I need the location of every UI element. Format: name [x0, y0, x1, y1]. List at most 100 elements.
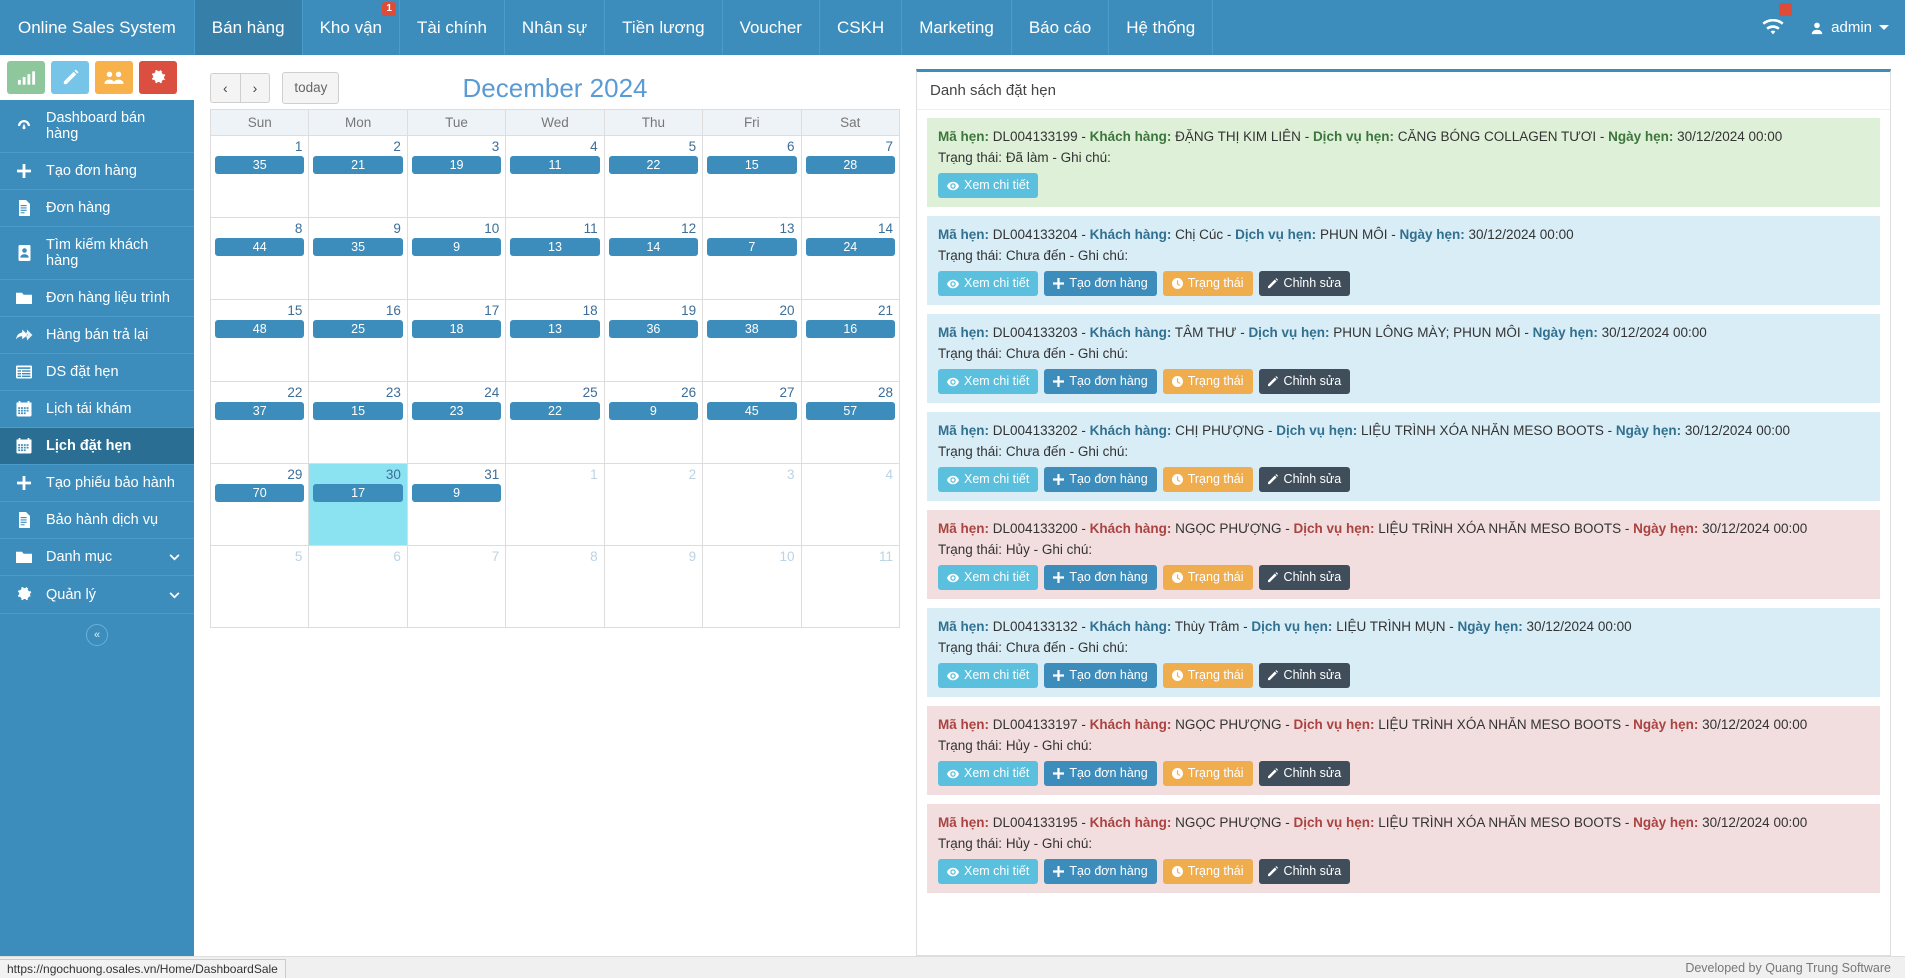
calendar-day-cell[interactable]: 4 [801, 464, 899, 546]
appointment-detail-button[interactable]: Xem chi tiết [938, 271, 1038, 296]
calendar-day-cell[interactable]: 522 [604, 136, 702, 218]
calendar-day-cell[interactable]: 9 [604, 546, 702, 628]
calendar-event-count[interactable]: 45 [707, 402, 796, 420]
appointment-detail-button[interactable]: Xem chi tiết [938, 663, 1038, 688]
calendar-event-count[interactable]: 38 [707, 320, 796, 338]
calendar-day-cell[interactable]: 1113 [506, 218, 604, 300]
calendar-day-cell[interactable]: 2315 [309, 382, 407, 464]
calendar-event-count[interactable]: 70 [215, 484, 304, 502]
appointment-edit-button[interactable]: Chỉnh sửa [1259, 859, 1351, 884]
calendar-day-cell[interactable]: 2237 [211, 382, 309, 464]
calendar-event-count[interactable]: 9 [609, 402, 698, 420]
calendar-day-cell[interactable]: 1936 [604, 300, 702, 382]
appointment-status-button[interactable]: Trạng thái [1163, 271, 1253, 296]
wifi-icon[interactable] [1752, 0, 1794, 55]
sidebar-item-1[interactable]: Tạo đơn hàng [0, 153, 194, 190]
calendar-day-cell[interactable]: 2038 [703, 300, 801, 382]
calendar-day-cell[interactable]: 1625 [309, 300, 407, 382]
calendar-day-cell[interactable]: 844 [211, 218, 309, 300]
appointment-create-order-button[interactable]: Tạo đơn hàng [1044, 369, 1156, 394]
sidebar-collapse-button[interactable]: « [86, 624, 108, 646]
calendar-day-cell[interactable]: 2970 [211, 464, 309, 546]
user-menu[interactable]: admin [1794, 0, 1905, 55]
pencil-icon[interactable] [51, 61, 89, 94]
users-icon[interactable] [95, 61, 133, 94]
calendar-event-count[interactable]: 23 [412, 402, 501, 420]
appointment-status-button[interactable]: Trạng thái [1163, 761, 1253, 786]
calendar-day-cell[interactable]: 2857 [801, 382, 899, 464]
appointment-detail-button[interactable]: Xem chi tiết [938, 467, 1038, 492]
calendar-day-cell[interactable]: 2522 [506, 382, 604, 464]
calendar-day-cell[interactable]: 2423 [407, 382, 505, 464]
calendar-event-count[interactable]: 25 [313, 320, 402, 338]
appointment-edit-button[interactable]: Chỉnh sửa [1259, 663, 1351, 688]
calendar-event-count[interactable]: 9 [412, 484, 501, 502]
appointment-edit-button[interactable]: Chỉnh sửa [1259, 369, 1351, 394]
calendar-day-cell[interactable]: 3017 [309, 464, 407, 546]
calendar-day-cell[interactable]: 319 [407, 464, 505, 546]
calendar-day-cell[interactable]: 11 [801, 546, 899, 628]
appointment-create-order-button[interactable]: Tạo đơn hàng [1044, 467, 1156, 492]
calendar-event-count[interactable]: 15 [313, 402, 402, 420]
calendar-event-count[interactable]: 9 [412, 238, 501, 256]
calendar-event-count[interactable]: 18 [412, 320, 501, 338]
gear-icon[interactable] [139, 61, 177, 94]
appointment-detail-button[interactable]: Xem chi tiết [938, 369, 1038, 394]
calendar-day-cell[interactable]: 1214 [604, 218, 702, 300]
sidebar-item-5[interactable]: Hàng bán trả lại [0, 317, 194, 354]
app-brand[interactable]: Online Sales System [0, 0, 194, 55]
nav-item-4[interactable]: Tiền lương [605, 0, 722, 55]
appointment-detail-button[interactable]: Xem chi tiết [938, 859, 1038, 884]
nav-item-0[interactable]: Bán hàng [194, 0, 303, 55]
appointment-edit-button[interactable]: Chỉnh sửa [1259, 271, 1351, 296]
sidebar-item-7[interactable]: Lịch tái khám [0, 391, 194, 428]
appointment-create-order-button[interactable]: Tạo đơn hàng [1044, 663, 1156, 688]
calendar-day-cell[interactable]: 2745 [703, 382, 801, 464]
calendar-event-count[interactable]: 35 [215, 156, 304, 174]
nav-item-7[interactable]: Marketing [902, 0, 1012, 55]
calendar-today-button[interactable]: today [282, 72, 339, 104]
chart-icon[interactable] [7, 61, 45, 94]
calendar-event-count[interactable]: 16 [806, 320, 895, 338]
calendar-day-cell[interactable]: 1718 [407, 300, 505, 382]
calendar-day-cell[interactable]: 109 [407, 218, 505, 300]
appointment-status-button[interactable]: Trạng thái [1163, 565, 1253, 590]
calendar-day-cell[interactable]: 5 [211, 546, 309, 628]
calendar-event-count[interactable]: 22 [510, 402, 599, 420]
sidebar-item-0[interactable]: Dashboard bán hàng [0, 100, 194, 153]
calendar-day-cell[interactable]: 221 [309, 136, 407, 218]
calendar-prev-button[interactable]: ‹ [210, 73, 241, 103]
sidebar-item-3[interactable]: Tìm kiếm khách hàng [0, 227, 194, 280]
calendar-day-cell[interactable]: 1424 [801, 218, 899, 300]
appointment-create-order-button[interactable]: Tạo đơn hàng [1044, 761, 1156, 786]
sidebar-item-4[interactable]: Đơn hàng liệu trình [0, 280, 194, 317]
nav-item-8[interactable]: Báo cáo [1012, 0, 1109, 55]
calendar-event-count[interactable]: 21 [313, 156, 402, 174]
nav-item-3[interactable]: Nhân sự [505, 0, 605, 55]
appointment-create-order-button[interactable]: Tạo đơn hàng [1044, 859, 1156, 884]
appointment-detail-button[interactable]: Xem chi tiết [938, 565, 1038, 590]
appointment-status-button[interactable]: Trạng thái [1163, 859, 1253, 884]
sidebar-item-8[interactable]: Lịch đặt hẹn [0, 428, 194, 465]
calendar-day-cell[interactable]: 7 [407, 546, 505, 628]
calendar-event-count[interactable]: 44 [215, 238, 304, 256]
calendar-day-cell[interactable]: 319 [407, 136, 505, 218]
sidebar-item-10[interactable]: Bảo hành dịch vụ [0, 502, 194, 539]
sidebar-item-11[interactable]: Danh mục [0, 539, 194, 576]
appointment-edit-button[interactable]: Chỉnh sửa [1259, 467, 1351, 492]
calendar-day-cell[interactable]: 8 [506, 546, 604, 628]
calendar-event-count[interactable]: 7 [707, 238, 796, 256]
appointment-edit-button[interactable]: Chỉnh sửa [1259, 761, 1351, 786]
calendar-event-count[interactable]: 28 [806, 156, 895, 174]
calendar-day-cell[interactable]: 137 [703, 218, 801, 300]
calendar-event-count[interactable]: 19 [412, 156, 501, 174]
nav-item-5[interactable]: Voucher [723, 0, 820, 55]
calendar-event-count[interactable]: 36 [609, 320, 698, 338]
appointment-status-button[interactable]: Trạng thái [1163, 467, 1253, 492]
calendar-event-count[interactable]: 22 [609, 156, 698, 174]
calendar-day-cell[interactable]: 3 [703, 464, 801, 546]
calendar-day-cell[interactable]: 10 [703, 546, 801, 628]
calendar-day-cell[interactable]: 269 [604, 382, 702, 464]
calendar-day-cell[interactable]: 1 [506, 464, 604, 546]
calendar-event-count[interactable]: 17 [313, 484, 402, 502]
